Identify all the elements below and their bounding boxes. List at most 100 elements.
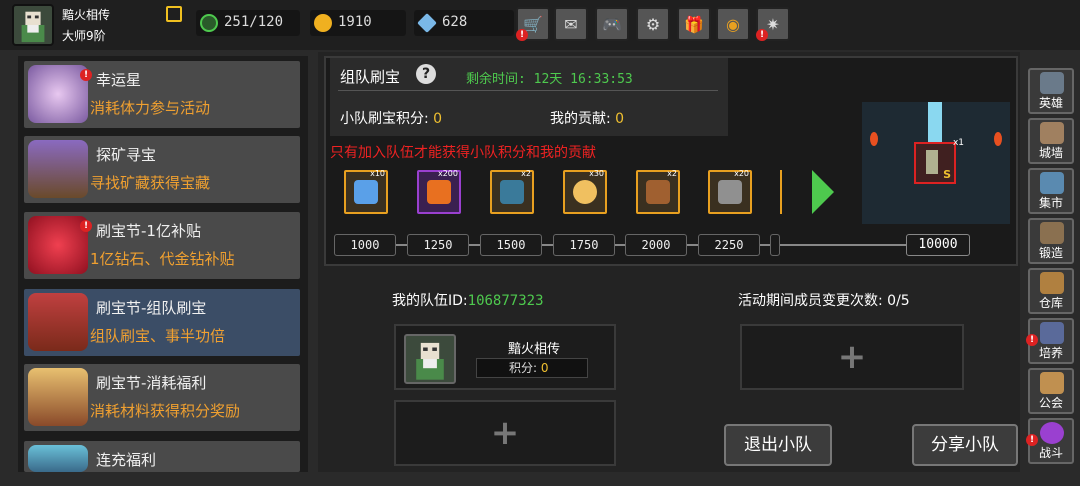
dungeon-scene: x1 S — [862, 102, 1010, 224]
milestone: 2000 — [625, 234, 687, 256]
add-member-icon: + — [490, 413, 520, 453]
gift-button[interactable]: 🎁 — [677, 7, 711, 41]
my-contribution: 我的贡献: 0 — [550, 108, 624, 128]
contrib-value: 0 — [615, 111, 625, 127]
nav-forge[interactable]: 锻造 — [1028, 218, 1074, 264]
reward-slot[interactable]: x2 — [636, 169, 680, 214]
energy-value: 251/120 — [224, 14, 284, 30]
treasure-chest-icon — [28, 293, 88, 351]
reward-slot[interactable]: x2 — [490, 169, 534, 214]
member-changes: 活动期间成员变更次数: 0/5 — [738, 290, 910, 310]
nav-city-wall[interactable]: 城墙 — [1028, 118, 1074, 164]
team-score-label: 小队刷宝积分: — [340, 111, 429, 127]
lightning-icon — [354, 180, 378, 204]
panel-header: 组队刷宝 ? 剩余时间: 12天 16:33:53 小队刷宝积分: 0 我的贡献… — [330, 58, 728, 136]
member-score-label: 积分: — [509, 361, 538, 375]
torch-icon — [994, 132, 1002, 146]
event-subtitle: 寻找矿藏获得宝藏 — [90, 174, 211, 192]
hero-helmet-icon — [1040, 72, 1064, 94]
reward-separator — [780, 170, 782, 214]
event-list: ! 幸运星 消耗体力参与活动 探矿寻宝 寻找矿藏获得宝藏 ! 刷宝节-1亿补贴 … — [18, 56, 308, 472]
event-item-recharge[interactable]: 连充福利 — [24, 441, 300, 472]
nav-warehouse[interactable]: 仓库 — [1028, 268, 1074, 314]
changes-value: 0/5 — [887, 293, 910, 309]
team-score-value: 0 — [433, 111, 443, 127]
color-wheel-button[interactable]: ◉ — [716, 7, 750, 41]
share-team-button[interactable]: 分享小队 — [912, 424, 1018, 466]
fireworks-button[interactable]: ✷! — [756, 7, 790, 41]
event-title: 连充福利 — [96, 451, 157, 469]
energy-icon — [200, 14, 218, 32]
reward-slot[interactable]: x20 — [708, 169, 752, 214]
member-slot[interactable]: 黯火相传 积分: 0 — [394, 324, 616, 390]
book-icon — [500, 180, 524, 204]
reward-count: x10 — [370, 169, 385, 178]
nav-market[interactable]: 集市 — [1028, 168, 1074, 214]
alert-icon: ! — [80, 220, 92, 232]
crystal-icon — [28, 445, 88, 472]
help-icon[interactable]: ? — [416, 64, 436, 84]
fireworks-icon: ✷ — [766, 14, 780, 34]
contrib-label: 我的贡献: — [550, 111, 611, 127]
milestone: 2250 — [698, 234, 760, 256]
reward-count: x2 — [521, 169, 531, 178]
gold-counter[interactable]: 1910 — [310, 10, 406, 36]
settings-button[interactable]: ⚙ — [636, 7, 670, 41]
empty-member-slot[interactable]: + — [394, 400, 616, 466]
nav-label: 培养 — [1038, 346, 1063, 360]
diamond-counter[interactable]: 628 — [414, 10, 514, 36]
edit-name-icon[interactable] — [166, 6, 182, 22]
event-item-team-treasure[interactable]: 刷宝节-组队刷宝 组队刷宝、事半功倍 — [24, 289, 300, 356]
guild-icon — [1040, 372, 1064, 394]
event-title: 幸运星 — [96, 71, 142, 89]
remaining-time: 剩余时间: 12天 16:33:53 — [466, 68, 633, 87]
timer-value: 12天 16:33:53 — [533, 72, 633, 87]
nav-battle[interactable]: ! 战斗 — [1026, 418, 1074, 464]
event-item-lucky-star[interactable]: ! 幸运星 消耗体力参与活动 — [24, 61, 300, 128]
event-title: 刷宝节-组队刷宝 — [96, 299, 207, 317]
market-icon — [1040, 172, 1064, 194]
event-title: 刷宝节-消耗福利 — [96, 374, 207, 392]
reward-count: x200 — [437, 169, 458, 178]
training-icon — [1040, 322, 1064, 344]
join-warning: 只有加入队伍才能获得小队积分和我的贡献 — [330, 145, 596, 161]
light-beam — [928, 102, 942, 142]
event-item-subsidy[interactable]: ! 刷宝节-1亿补贴 1亿钻石、代金钻补贴 — [24, 212, 300, 279]
event-item-consume-reward[interactable]: 刷宝节-消耗福利 消耗材料获得积分奖励 — [24, 364, 300, 431]
reward-slot[interactable]: x200 — [417, 169, 461, 214]
nav-hero[interactable]: 英雄 — [1028, 68, 1074, 114]
nav-label: 锻造 — [1038, 246, 1063, 260]
gamepad-button[interactable]: 🎮 — [595, 7, 629, 41]
big-reward-slot[interactable]: x1 S — [914, 138, 964, 184]
leave-team-button[interactable]: 退出小队 — [724, 424, 832, 466]
gear-icon: ⚙ — [645, 14, 661, 34]
add-member-icon: + — [837, 337, 867, 377]
battle-portal-icon — [1040, 422, 1064, 444]
changes-label: 活动期间成员变更次数: — [738, 293, 883, 309]
player-name: 黯火相传 — [62, 8, 111, 22]
open-chest-icon — [28, 368, 88, 426]
divider — [338, 90, 718, 91]
shop-button[interactable]: 🛒! — [516, 7, 550, 41]
gamepad-icon: 🎮 — [602, 14, 622, 34]
nav-training[interactable]: ! 培养 — [1026, 318, 1074, 364]
energy-counter[interactable]: 251/120 — [196, 10, 300, 36]
team-treasure-panel: 组队刷宝 ? 剩余时间: 12天 16:33:53 小队刷宝积分: 0 我的贡献… — [324, 56, 1018, 266]
empty-member-slot[interactable]: + — [740, 324, 964, 390]
event-item-mining[interactable]: 探矿寻宝 寻找矿藏获得宝藏 — [24, 136, 300, 203]
milestone-final: 10000 — [906, 234, 970, 256]
nav-guild[interactable]: 公会 — [1028, 368, 1074, 414]
mail-button[interactable]: ✉ — [554, 7, 588, 41]
chevron-right-icon[interactable] — [812, 170, 834, 214]
city-wall-icon — [1040, 122, 1064, 144]
timer-label: 剩余时间: — [466, 72, 526, 87]
nav-label: 公会 — [1038, 396, 1063, 410]
egg-icon — [573, 180, 597, 204]
reward-slot[interactable]: x10 — [344, 169, 388, 214]
team-id-label: 我的队伍ID: — [392, 293, 468, 309]
side-nav: 英雄 城墙 集市 锻造 仓库 ! 培养 公会 ! 战斗 — [1022, 56, 1080, 472]
player-avatar[interactable] — [12, 4, 54, 46]
gold-coin-icon — [314, 14, 332, 32]
reward-slot[interactable]: x30 — [563, 169, 607, 214]
event-title: 探矿寻宝 — [96, 146, 157, 164]
